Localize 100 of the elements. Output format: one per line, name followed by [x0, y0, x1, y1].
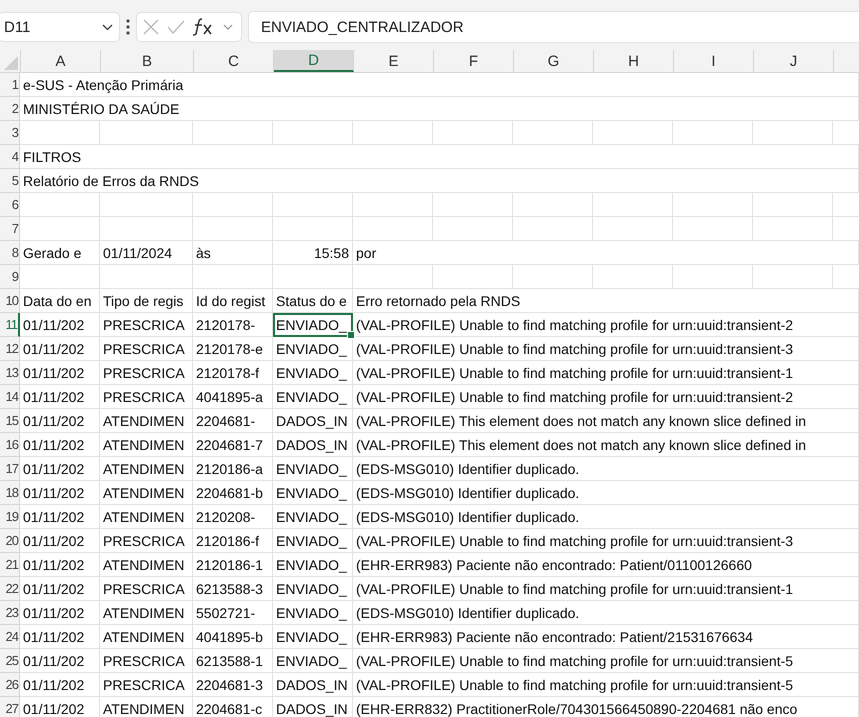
column-header[interactable]: B	[101, 50, 194, 72]
row-header[interactable]: 23	[0, 601, 20, 625]
table-cell: ENVIADO_	[273, 529, 353, 553]
table-cell: DADOS_IN	[273, 409, 353, 433]
table-cell: 01/11/202	[20, 673, 100, 697]
table-cell: 01/11/202	[20, 553, 100, 577]
row-header[interactable]: 10	[0, 289, 20, 313]
table-cell: (VAL-PROFILE) Unable to find matching profile for urn:uuid:transient-3	[353, 529, 859, 553]
table-cell: 01/11/202	[20, 649, 100, 673]
row-header[interactable]: 24	[0, 625, 20, 649]
table-cell: ENVIADO_	[273, 313, 353, 337]
table-cell: ENVIADO_	[273, 457, 353, 481]
table-cell: (EDS-MSG010) Identifier duplicado.	[353, 601, 859, 625]
table-cell: 2120178-	[193, 313, 273, 337]
column-header[interactable]: H	[594, 50, 674, 72]
table-cell: (EHR-ERR983) Paciente não encontrado: Patient/21531676634	[353, 625, 859, 649]
table-cell: PRESCRICA	[100, 649, 193, 673]
column-header[interactable]: J	[754, 50, 834, 72]
row-header[interactable]: 15	[0, 409, 20, 433]
table-cell: ENVIADO_	[273, 361, 353, 385]
row-header[interactable]: 12	[0, 337, 20, 361]
table-cell: 01/11/202	[20, 625, 100, 649]
row-header[interactable]: 14	[0, 385, 20, 409]
table-cell: 01/11/202	[20, 481, 100, 505]
table-cell: 01/11/202	[20, 601, 100, 625]
row-header[interactable]: 25	[0, 649, 20, 673]
table-cell: ATENDIMEN	[100, 601, 193, 625]
table-cell: ENVIADO_	[273, 601, 353, 625]
table-cell: ENVIADO_	[273, 385, 353, 409]
row-header[interactable]: 11	[0, 313, 20, 337]
cancel-icon[interactable]	[143, 19, 159, 35]
table-cell: ENVIADO_	[273, 577, 353, 601]
row-header[interactable]: 2	[0, 97, 20, 121]
name-box[interactable]: D11	[0, 12, 120, 42]
row-header[interactable]: 3	[0, 121, 20, 145]
table-cell: 4041895-a	[193, 385, 273, 409]
table-cell: 2120186-a	[193, 457, 273, 481]
row-header[interactable]: 21	[0, 553, 20, 577]
row-header[interactable]: 5	[0, 169, 20, 193]
row-header[interactable]: 17	[0, 457, 20, 481]
column-header[interactable]: G	[514, 50, 594, 72]
row-header[interactable]: 4	[0, 145, 20, 169]
row-header[interactable]: 13	[0, 361, 20, 385]
row-header[interactable]: 8	[0, 241, 20, 265]
table-cell: por	[353, 241, 859, 265]
row-header[interactable]: 19	[0, 505, 20, 529]
table-cell: ATENDIMEN	[100, 697, 193, 717]
row-header[interactable]: 26	[0, 673, 20, 697]
column-header[interactable]: D	[274, 50, 354, 72]
row-header[interactable]: 1	[0, 73, 20, 97]
table-cell: DADOS_IN	[273, 433, 353, 457]
check-icon[interactable]	[167, 20, 185, 34]
table-cell: ATENDIMEN	[100, 505, 193, 529]
chevron-down-icon[interactable]	[223, 24, 233, 30]
column-header[interactable]: I	[674, 50, 754, 72]
table-cell: DADOS_IN	[273, 697, 353, 717]
table-cell: Gerado e	[20, 241, 100, 265]
table-cell: PRESCRICA	[100, 361, 193, 385]
column-header[interactable]: E	[354, 50, 434, 72]
table-cell: Relatório de Erros da RNDS	[20, 169, 859, 193]
table-cell: 01/11/202	[20, 433, 100, 457]
table-cell: PRESCRICA	[100, 529, 193, 553]
table-cell: PRESCRICA	[100, 577, 193, 601]
table-cell: 2204681-b	[193, 481, 273, 505]
row-header[interactable]: 16	[0, 433, 20, 457]
row-header[interactable]: 9	[0, 265, 20, 289]
table-cell: ATENDIMEN	[100, 433, 193, 457]
table-cell: 15:58	[273, 241, 353, 265]
table-cell: PRESCRICA	[100, 313, 193, 337]
table-cell: 6213588-3	[193, 577, 273, 601]
table-cell: (VAL-PROFILE) This element does not match any known slice defined in	[353, 409, 859, 433]
row-header[interactable]: 6	[0, 193, 20, 217]
table-cell: 01/11/202	[20, 505, 100, 529]
row-header[interactable]: 20	[0, 529, 20, 553]
table-cell: às	[193, 241, 273, 265]
table-cell: (VAL-PROFILE) Unable to find matching profile for urn:uuid:transient-1	[353, 577, 859, 601]
table-cell: FILTROS	[20, 145, 859, 169]
table-cell: 4041895-b	[193, 625, 273, 649]
table-cell: 01/11/202	[20, 313, 100, 337]
table-cell: 01/11/2024	[100, 241, 193, 265]
table-cell: Tipo de regis	[100, 289, 193, 313]
table-cell: 01/11/202	[20, 361, 100, 385]
table-cell: 2120186-f	[193, 529, 273, 553]
column-header[interactable]: A	[21, 50, 101, 72]
table-cell: (EHR-ERR832) PractitionerRole/704301566450890-2204681 não enco	[353, 697, 859, 717]
table-cell: ENVIADO_	[273, 625, 353, 649]
table-cell: 01/11/202	[20, 409, 100, 433]
fill-handle[interactable]	[347, 331, 355, 339]
more-options-icon[interactable]	[126, 19, 130, 35]
table-cell: (EDS-MSG010) Identifier duplicado.	[353, 457, 859, 481]
table-cell: 2120178-e	[193, 337, 273, 361]
row-header[interactable]: 7	[0, 217, 20, 241]
table-cell: 01/11/202	[20, 457, 100, 481]
column-header[interactable]: F	[434, 50, 514, 72]
table-cell: 6213588-1	[193, 649, 273, 673]
row-header[interactable]: 22	[0, 577, 20, 601]
row-header[interactable]: 27	[0, 697, 20, 717]
row-header[interactable]: 18	[0, 481, 20, 505]
table-cell: 01/11/202	[20, 385, 100, 409]
formula-field[interactable]: ENVIADO_CENTRALIZADOR	[248, 11, 859, 43]
